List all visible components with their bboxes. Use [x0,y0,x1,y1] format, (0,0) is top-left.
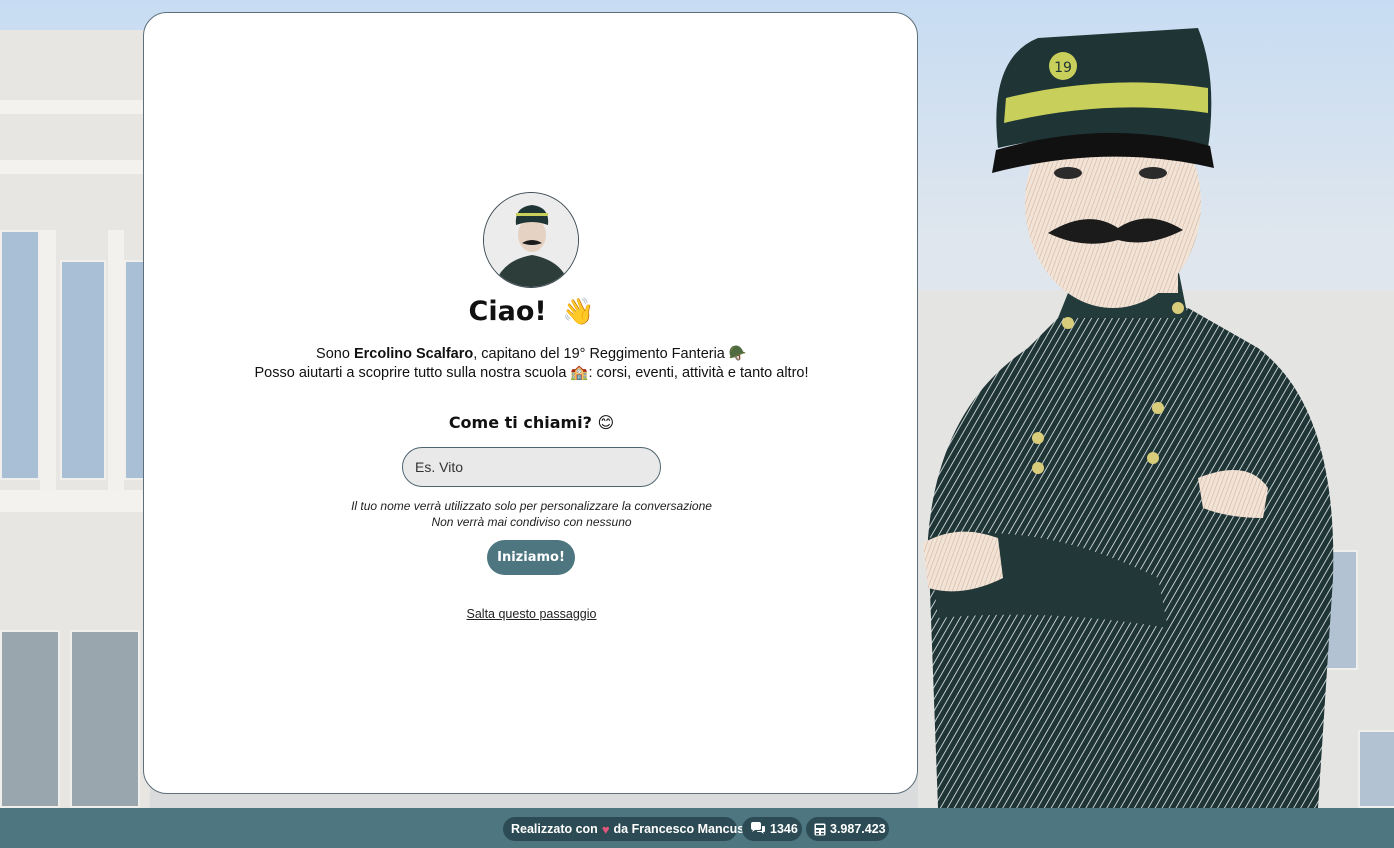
credits-badge[interactable]: Realizzato con ♥ da Francesco Mancuso [503,817,752,841]
waving-hand-icon: 👋 [562,297,595,327]
intro-line-1: Sono Ercolino Scalfaro, capitano del 19°… [316,346,747,362]
intro-line-2: Posso aiutarti a scoprire tutto sulla no… [254,365,809,381]
name-input[interactable] [402,447,661,487]
greeting-text: Ciao! [468,296,547,327]
intro-text: Sono Ercolino Scalfaro, capitano del 19°… [144,345,919,383]
welcome-card: Ciao! 👋 Sono Ercolino Scalfaro, capitano… [143,12,918,794]
start-button[interactable]: Iniziamo! [487,540,575,575]
visits-count-badge: 3.987.423 [806,817,889,841]
name-question: Come ti chiami? 😊 [448,413,615,432]
chat-bubbles-icon [750,822,766,836]
svg-text:19: 19 [1054,60,1072,76]
bot-name: Ercolino Scalfaro [353,346,474,362]
calculator-icon [814,823,826,836]
skip-link[interactable]: Salta questo passaggio [144,607,919,621]
privacy-note: Il tuo nome verrà utilizzato solo per pe… [351,499,712,529]
greeting-title: Ciao! 👋 [144,296,919,327]
chats-count-badge: 1346 [742,817,802,841]
building-left [0,30,150,808]
heart-icon: ♥ [601,821,610,837]
officer-illustration: 19 [923,28,1334,808]
avatar [483,192,579,288]
footer-bar: Realizzato con ♥ da Francesco Mancuso 13… [0,808,1394,848]
